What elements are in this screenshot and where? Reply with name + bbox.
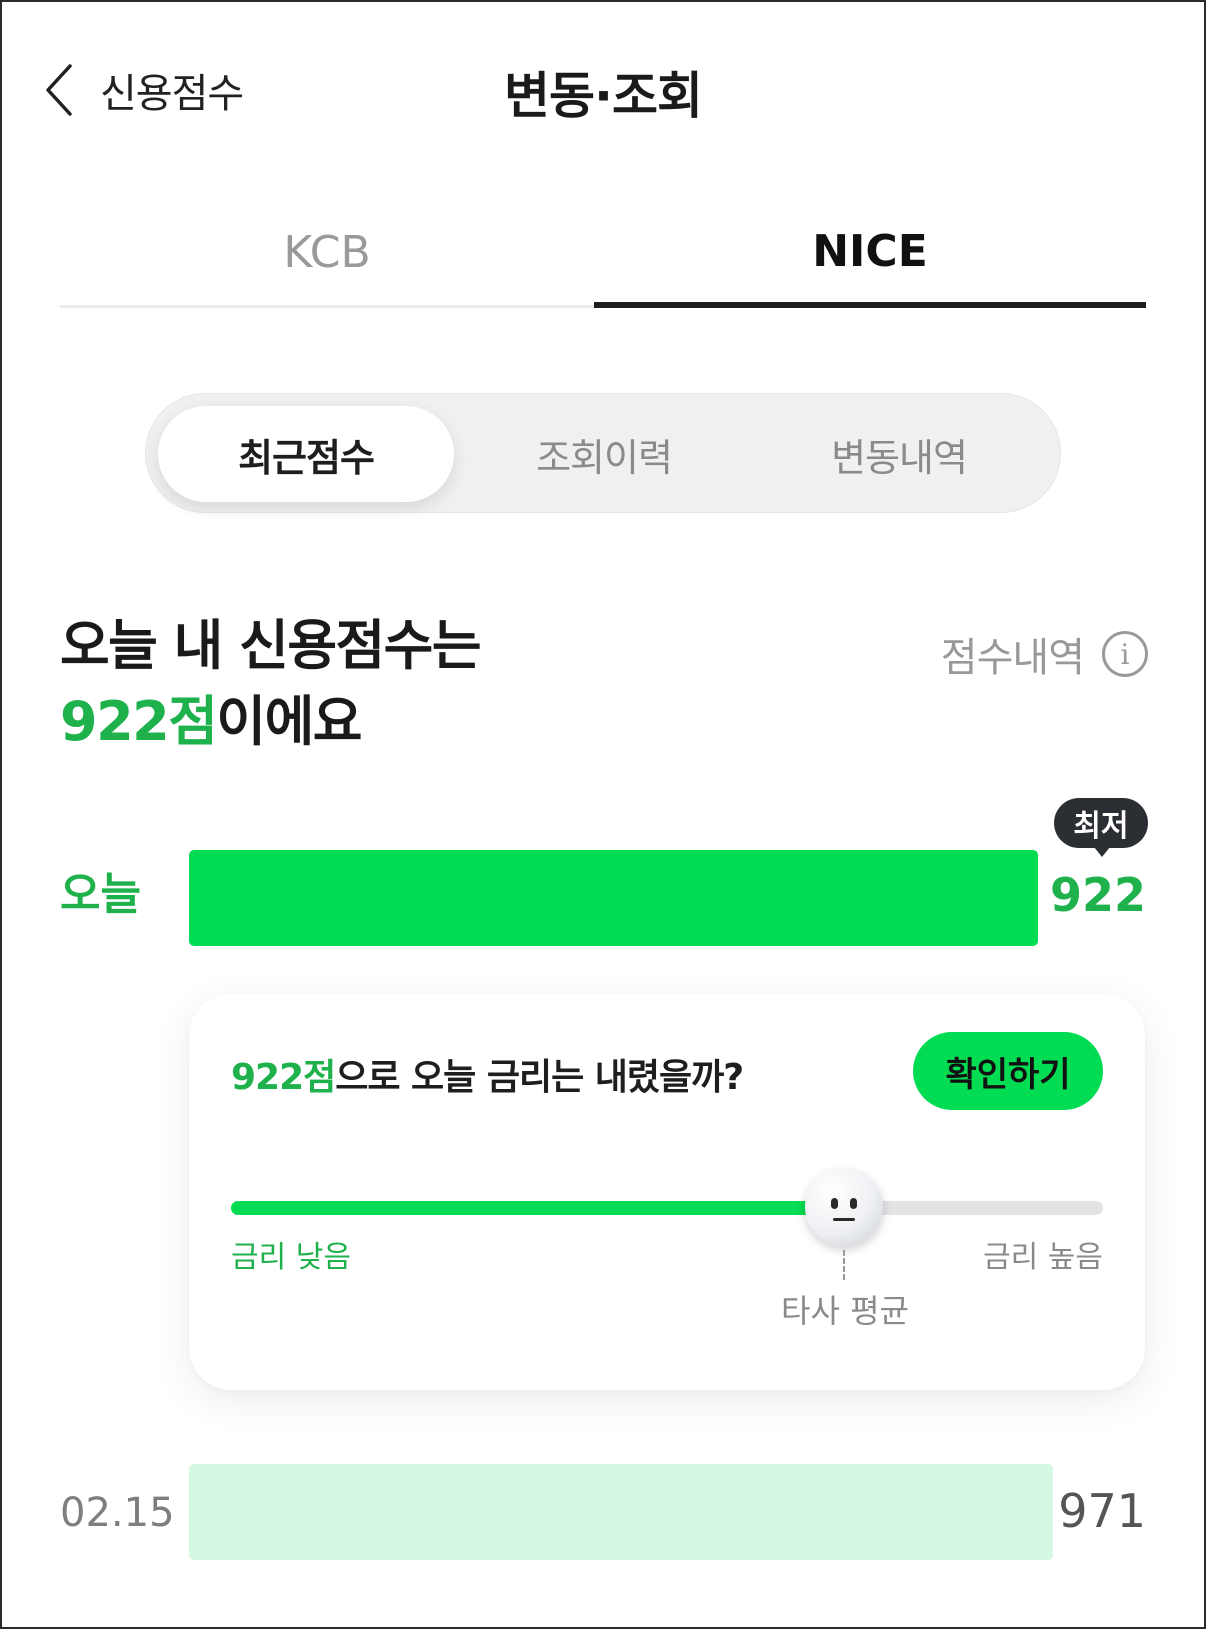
rate-question: 922점으로 오늘 금리는 내렸을까? (231, 1048, 744, 1100)
score-history-link[interactable]: 점수내역 i (941, 625, 1148, 683)
today-score: 922 (1049, 868, 1146, 922)
segment-recent-score[interactable]: 최근점수 (158, 406, 454, 502)
segment-inquiry-history[interactable]: 조회이력 (456, 406, 752, 502)
page-title: 변동·조회 (504, 67, 703, 125)
today-label: 오늘 (60, 869, 141, 920)
history-score: 971 (1058, 1484, 1146, 1538)
tab-nice[interactable]: NICE (594, 200, 1146, 308)
face-right-eye (850, 1198, 857, 1209)
headline-line2: 922점이에요 (60, 684, 480, 760)
headline-line1: 오늘 내 신용점수는 (60, 614, 482, 677)
rate-slider-fill (231, 1201, 842, 1215)
average-marker (843, 1250, 845, 1280)
info-icon[interactable]: i (1102, 631, 1148, 677)
rate-check-card: 922점으로 오늘 금리는 내렸을까? 확인하기 금리 낮음 금리 높음 타사 … (189, 994, 1145, 1390)
rate-question-text: 으로 오늘 금리는 내렸을까? (335, 1057, 744, 1098)
bureau-tabs: KCB NICE (60, 200, 1146, 308)
history-date: 02.15 (60, 1490, 175, 1536)
tab-kcb[interactable]: KCB (60, 200, 594, 308)
segmented-control: 최근점수 조회이력 변동내역 (145, 393, 1061, 513)
segment-change-history[interactable]: 변동내역 (751, 406, 1047, 502)
confirm-button[interactable]: 확인하기 (913, 1032, 1103, 1110)
neutral-face-icon (805, 1168, 883, 1246)
lowest-badge: 최저 (1054, 798, 1148, 857)
today-score-bar (189, 850, 1038, 946)
average-label: 타사 평균 (781, 1292, 909, 1330)
rate-question-score: 922점 (231, 1057, 336, 1098)
rate-low-label: 금리 낮음 (231, 1240, 351, 1275)
headline-score: 922점 (60, 690, 218, 753)
rate-high-label: 금리 높음 (983, 1240, 1103, 1275)
history-score-bar (189, 1464, 1053, 1560)
score-history-label: 점수내역 (940, 635, 1085, 681)
face-left-eye (831, 1198, 838, 1209)
rate-slider-track (231, 1201, 1103, 1215)
face-mouth (833, 1218, 855, 1221)
score-headline: 오늘 내 신용점수는 922점이에요 (60, 608, 482, 760)
headline-suffix: 이에요 (216, 690, 362, 753)
